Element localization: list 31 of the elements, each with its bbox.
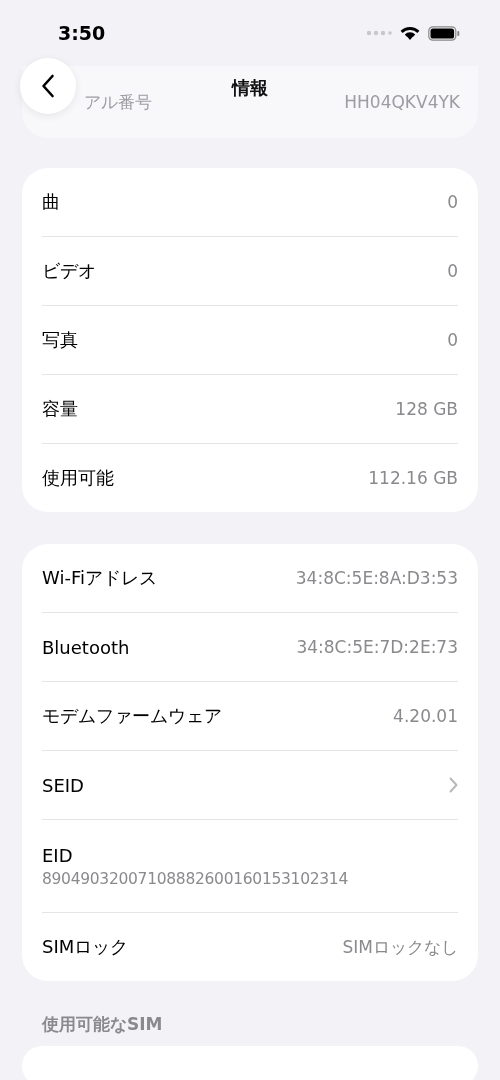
- nav-title: 情報: [232, 76, 268, 100]
- row-label: SIMロック: [42, 935, 129, 959]
- row-value: 34:8C:5E:8A:D3:53: [295, 568, 458, 588]
- list-row[interactable]: SEID: [42, 751, 478, 819]
- row-label: モデムファームウェア: [42, 704, 222, 728]
- row-value: 0: [447, 261, 458, 281]
- row-label: 曲: [42, 190, 60, 214]
- row-value: 4.20.01: [393, 706, 458, 726]
- row-label: 容量: [42, 397, 78, 421]
- row-value: 128 GB: [395, 399, 458, 419]
- status-time: 3:50: [58, 22, 106, 44]
- row-value: 0: [447, 330, 458, 350]
- row-value: 34:8C:5E:7D:2E:73: [296, 637, 458, 657]
- row-value: 0: [447, 192, 458, 212]
- section-header: 使用可能なSIM: [42, 1013, 164, 1036]
- scrolled-row-label: アル番号: [84, 90, 152, 114]
- row-label: Bluetooth: [42, 636, 130, 658]
- row-value: 112.16 GB: [368, 468, 458, 488]
- row-label: EID: [42, 844, 73, 866]
- battery-icon: [428, 25, 460, 41]
- back-chevron-icon: [41, 74, 55, 98]
- row-label: 写真: [42, 328, 78, 352]
- chevron-right-icon: [449, 777, 458, 793]
- row-label: 使用可能: [42, 466, 114, 490]
- signal-dots-icon: [366, 30, 392, 36]
- scrolled-row-value: HH04QKV4YK: [344, 92, 460, 112]
- row-label: Wi-Fiアドレス: [42, 566, 157, 590]
- wifi-icon: [400, 25, 420, 41]
- row-value: 89049032007108882600160153102314: [42, 869, 348, 888]
- row-label: ビデオ: [42, 259, 96, 283]
- row-value: SIMロックなし: [342, 935, 458, 959]
